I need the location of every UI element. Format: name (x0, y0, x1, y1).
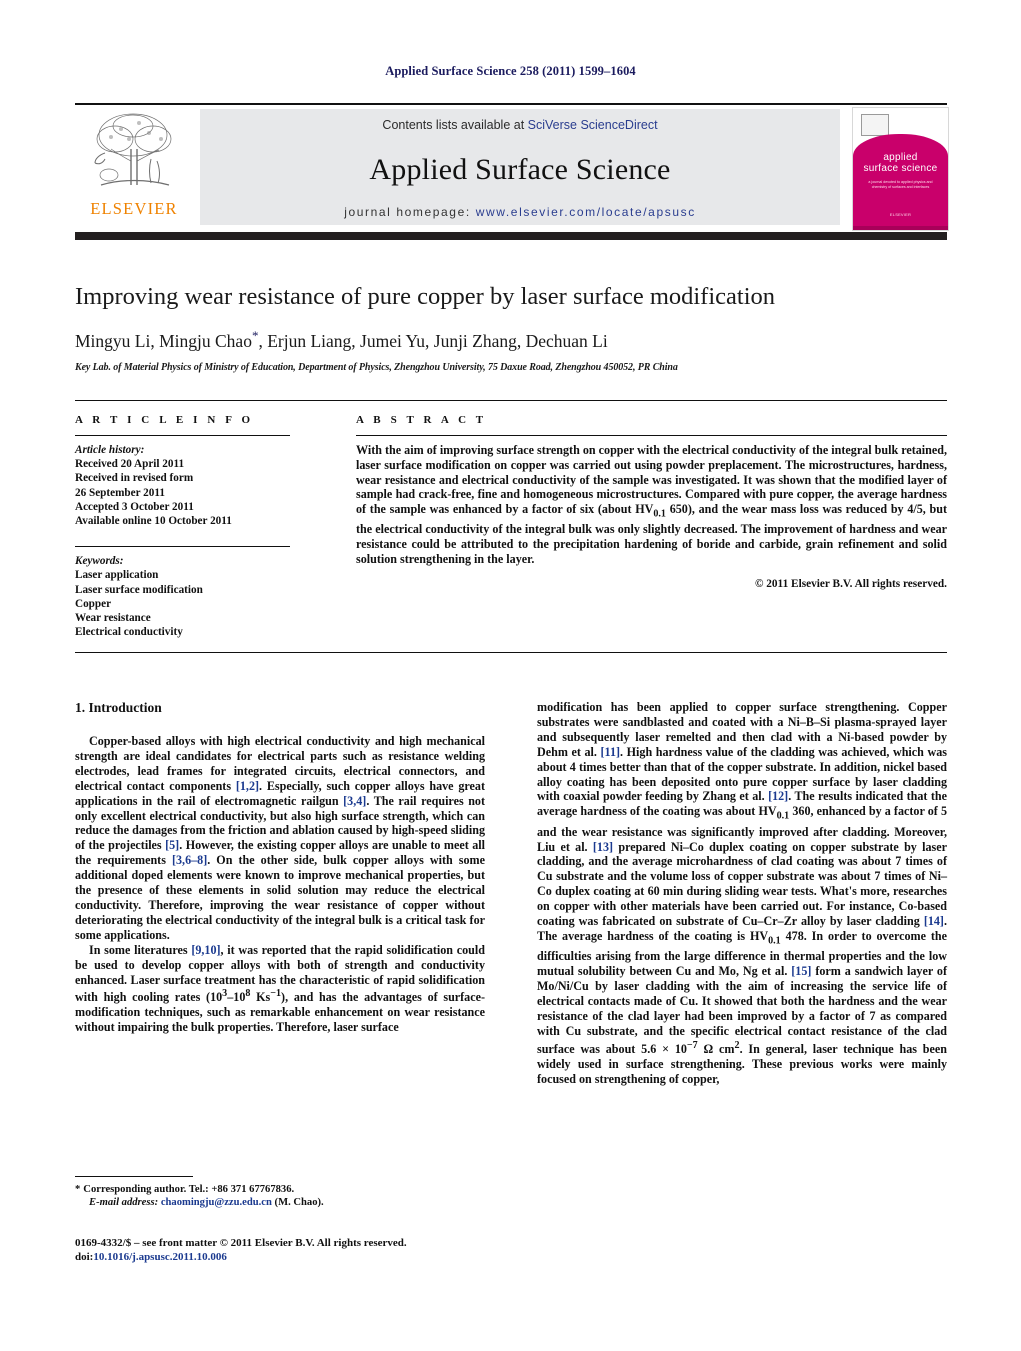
journal-title: Applied Surface Science (369, 153, 671, 186)
masthead-bottom-rule (75, 232, 947, 240)
abstract-column: A B S T R A C T With the aim of improvin… (356, 414, 947, 590)
citation-ref[interactable]: [11] (601, 745, 620, 759)
doi-prefix: doi: (75, 1251, 94, 1263)
journal-homepage-link[interactable]: www.elsevier.com/locate/apsusc (476, 205, 696, 219)
keywords-label: Keywords: (75, 555, 124, 568)
history-item: Received 20 April 2011 (75, 458, 185, 471)
cover-bottom-bar (853, 226, 948, 230)
citation-ref[interactable]: [5] (165, 838, 179, 852)
intro-p2-sup-3: −1 (270, 988, 282, 1000)
cover-title: applied surface science (853, 152, 948, 174)
cover-title-line1: applied (883, 152, 918, 163)
article-info-heading: A R T I C L E I N F O (75, 414, 254, 426)
article-page: Applied Surface Science 258 (2011) 1599–… (0, 0, 1021, 1351)
history-item: Received in revised form (75, 472, 194, 485)
citation-ref[interactable]: [13] (593, 840, 613, 854)
keywords-separator-rule (75, 546, 290, 548)
keyword-item: Laser surface modification (75, 583, 203, 596)
email-link[interactable]: chaomingju@zzu.edu.cn (161, 1197, 272, 1208)
abstract-text: With the aim of improving surface streng… (356, 443, 947, 567)
cover-footer-mark: ELSEVIER (889, 212, 912, 217)
footnote-star-marker: * (75, 1184, 81, 1195)
issn-doi-block: 0169-4332/$ – see front matter © 2011 El… (75, 1236, 535, 1264)
abstract-heading: A B S T R A C T (356, 414, 487, 426)
running-head: Applied Surface Science 258 (2011) 1599–… (385, 64, 636, 78)
keywords-block: Keywords: Laser application Laser surfac… (75, 554, 290, 639)
authors-tail: , Erjun Liang, Jumei Yu, Junji Zhang, De… (258, 330, 608, 351)
intro-p3-sub-1: 0.1 (776, 810, 790, 822)
intro-paragraph-3: modification has been applied to copper … (537, 700, 947, 1087)
citation-ref[interactable]: [14] (924, 914, 944, 928)
intro-p2-a: In some literatures (89, 942, 192, 957)
article-history-label: Article history: (75, 444, 145, 456)
intro-p3-i: Ω cm (697, 1041, 735, 1056)
body-column-left: 1. Introduction Copper-based alloys with… (75, 700, 485, 1035)
keyword-item: Copper (75, 597, 112, 610)
page-title: Improving wear resistance of pure copper… (75, 283, 776, 310)
info-abstract-top-rule (75, 400, 947, 401)
email-suffix: (M. Chao). (271, 1197, 324, 1209)
info-abstract-bottom-rule (75, 652, 947, 653)
homepage-prefix: journal homepage: (344, 205, 476, 219)
citation-ref[interactable]: [1,2] (236, 779, 259, 793)
abstract-copyright: © 2011 Elsevier B.V. All rights reserved… (754, 577, 947, 590)
contents-lists-line: Contents lists available at SciVerse Sci… (200, 118, 840, 132)
elsevier-wordmark: ELSEVIER (90, 199, 178, 218)
body-column-right: modification has been applied to copper … (537, 700, 947, 1087)
email-note: E-mail address: chaomingju@zzu.edu.cn (M… (75, 1196, 485, 1209)
citation-ref[interactable]: [15] (791, 964, 811, 978)
keyword-item: Wear resistance (75, 612, 151, 625)
citation-ref[interactable]: [12] (768, 789, 788, 803)
info-abstract-block: A R T I C L E I N F O Article history: R… (75, 400, 947, 660)
masthead-top-rule (75, 103, 947, 105)
doi-line: doi:10.1016/j.apsusc.2011.10.006 (75, 1250, 535, 1264)
intro-p2-d: Ks (250, 990, 271, 1005)
cover-title-line2: surface science (863, 163, 938, 174)
abstract-subscript-1: 0.1 (653, 508, 666, 520)
article-history: Article history: Received 20 April 2011 … (75, 443, 290, 528)
intro-p3-sub-2: 0.1 (768, 935, 781, 947)
footnote-area: * Corresponding author. Tel.: +86 371 677… (75, 1176, 485, 1210)
article-info-column: A R T I C L E I N F O Article history: R… (75, 414, 290, 639)
intro-p2-c: –10 (227, 990, 246, 1005)
sciencedirect-link[interactable]: SciVerse ScienceDirect (528, 118, 658, 132)
masthead-band: Contents lists available at SciVerse Sci… (200, 109, 840, 225)
journal-masthead: ELSEVIER Contents lists available at Sci… (75, 103, 949, 240)
contents-prefix: Contents lists available at (382, 118, 528, 132)
corresponding-author-text: Corresponding author. Tel.: +86 371 6776… (83, 1184, 295, 1195)
affiliation: Key Lab. of Material Physics of Ministry… (75, 361, 678, 373)
email-label: E-mail address: (89, 1197, 159, 1209)
corresponding-author-note: * Corresponding author. Tel.: +86 371 677… (75, 1183, 485, 1196)
keyword-item: Electrical conductivity (75, 626, 183, 639)
elsevier-logo: ELSEVIER (75, 109, 193, 225)
journal-cover-thumbnail: applied surface science a journal devote… (852, 107, 949, 231)
citation-ref[interactable]: [3,6–8] (172, 853, 207, 867)
doi-link[interactable]: 10.1016/j.apsusc.2011.10.006 (93, 1251, 227, 1263)
author-list: Mingyu Li, Mingju Chao*, Erjun Liang, Ju… (75, 328, 947, 352)
citation-ref[interactable]: [3,4] (343, 794, 366, 808)
elsevier-tree-icon (81, 109, 187, 197)
keyword-item: Laser application (75, 569, 159, 582)
abstract-rule (356, 435, 947, 436)
footnote-rule (75, 1176, 193, 1177)
title-block: Improving wear resistance of pure copper… (75, 282, 947, 373)
history-item: Available online 10 October 2011 (75, 515, 232, 528)
history-item: Accepted 3 October 2011 (75, 500, 194, 513)
cover-elsevier-mark-icon (861, 114, 889, 136)
history-item: 26 September 2011 (75, 486, 165, 499)
intro-paragraph-2: In some literatures [9,10], it was repor… (75, 943, 485, 1035)
intro-p3-sup-1: −7 (686, 1039, 698, 1051)
issn-line: 0169-4332/$ – see front matter © 2011 El… (75, 1237, 407, 1249)
article-info-rule (75, 435, 290, 436)
intro-paragraph-1: Copper-based alloys with high electrical… (75, 734, 485, 943)
section-heading-introduction: 1. Introduction (75, 700, 162, 715)
journal-homepage-line: journal homepage: www.elsevier.com/locat… (200, 205, 840, 219)
authors-head: Mingyu Li, Mingju Chao (75, 330, 252, 351)
cover-subtitle: a journal devoted to applied physics and… (868, 180, 933, 189)
citation-ref[interactable]: [9,10] (191, 943, 220, 957)
